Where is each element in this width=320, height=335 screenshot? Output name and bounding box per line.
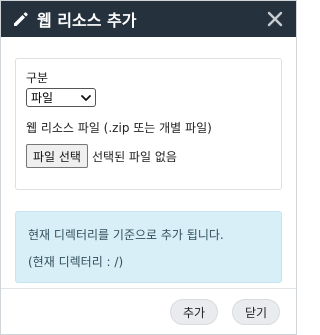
dialog-footer: 추가 닫기 [170,299,280,325]
pencil-icon [11,9,31,29]
form-panel: 구분 파일 웹 리소스 파일 (.zip 또는 개별 파일) 파일 선택 선택된… [15,58,282,190]
category-selected-value: 파일 [31,91,54,105]
add-button[interactable]: 추가 [170,299,218,325]
close-icon[interactable] [264,8,286,30]
chevron-down-icon [81,91,91,105]
file-status: 선택된 파일 없음 [91,149,177,164]
file-label: 웹 리소스 파일 (.zip 또는 개별 파일) [26,121,212,135]
close-button[interactable]: 닫기 [232,299,280,325]
dialog-title: 웹 리소스 추가 [37,11,137,30]
file-input: 파일 선택 선택된 파일 없음 [26,144,269,168]
dialog-body: 구분 파일 웹 리소스 파일 (.zip 또는 개별 파일) 파일 선택 선택된… [1,37,296,283]
add-web-resource-dialog: 웹 리소스 추가 구분 파일 웹 리소스 파일 (.zip 또는 개별 파일) … [0,0,297,335]
current-directory: (현재 디렉터리 : /) [28,255,124,269]
footer-divider [1,288,296,289]
info-message: 현재 디렉터리를 기준으로 추가 됩니다. [28,228,224,242]
category-label: 구분 [26,71,49,85]
dialog-header: 웹 리소스 추가 [1,1,296,37]
category-select[interactable]: 파일 [26,88,96,107]
choose-file-button[interactable]: 파일 선택 [26,144,88,168]
info-alert: 현재 디렉터리를 기준으로 추가 됩니다. (현재 디렉터리 : /) [15,211,282,283]
